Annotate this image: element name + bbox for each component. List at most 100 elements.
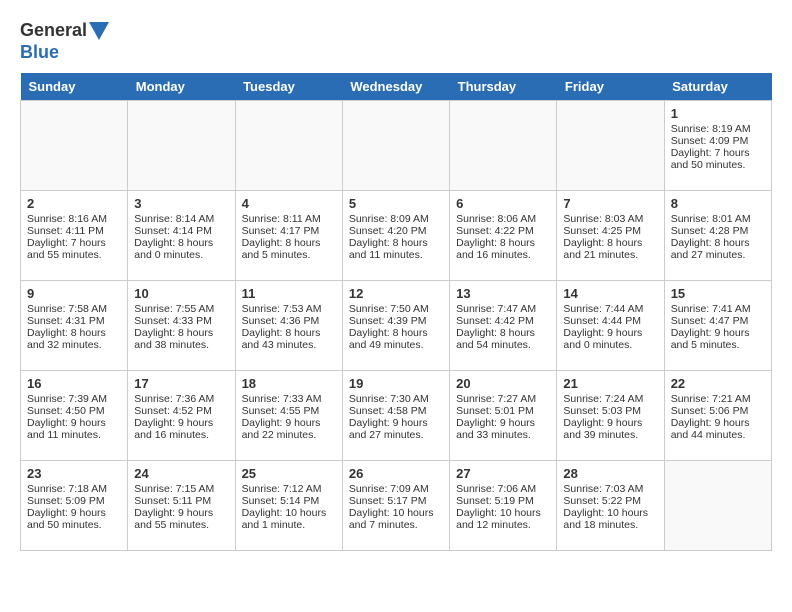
day-info: Daylight: 8 hours bbox=[671, 237, 765, 249]
day-number: 22 bbox=[671, 376, 765, 391]
day-info: Sunrise: 7:21 AM bbox=[671, 393, 765, 405]
day-info: Sunrise: 7:44 AM bbox=[563, 303, 657, 315]
day-info: Sunrise: 7:58 AM bbox=[27, 303, 121, 315]
day-info: Sunrise: 8:01 AM bbox=[671, 213, 765, 225]
day-info: Sunrise: 7:06 AM bbox=[456, 483, 550, 495]
calendar-cell: 19 Sunrise: 7:30 AMSunset: 4:58 PMDayligh… bbox=[342, 371, 449, 461]
day-info: and 39 minutes. bbox=[563, 429, 657, 441]
day-info: Daylight: 9 hours bbox=[27, 507, 121, 519]
day-info: Daylight: 7 hours bbox=[27, 237, 121, 249]
calendar-cell: 16Sunrise: 7:39 AMSunset: 4:50 PMDayligh… bbox=[21, 371, 128, 461]
calendar-cell: 27Sunrise: 7:06 AMSunset: 5:19 PMDayligh… bbox=[450, 461, 557, 551]
day-info: Sunrise: 7:36 AM bbox=[134, 393, 228, 405]
day-number: 10 bbox=[134, 286, 228, 301]
day-info: and 33 minutes. bbox=[456, 429, 550, 441]
day-info: Sunset: 4:58 PM bbox=[349, 405, 443, 417]
day-info: Sunset: 4:09 PM bbox=[671, 135, 765, 147]
day-info: and 49 minutes. bbox=[349, 339, 443, 351]
day-info: and 50 minutes. bbox=[27, 519, 121, 531]
calendar-cell: 1Sunrise: 8:19 AMSunset: 4:09 PMDaylight… bbox=[664, 101, 771, 191]
day-info: and 27 minutes. bbox=[349, 429, 443, 441]
day-info: Sunset: 4:42 PM bbox=[456, 315, 550, 327]
calendar-cell: 13Sunrise: 7:47 AMSunset: 4:42 PMDayligh… bbox=[450, 281, 557, 371]
day-info: and 5 minutes. bbox=[242, 249, 336, 261]
calendar-header-row: SundayMondayTuesdayWednesdayThursdayFrid… bbox=[21, 73, 772, 101]
calendar-cell: 28Sunrise: 7:03 AMSunset: 5:22 PMDayligh… bbox=[557, 461, 664, 551]
day-number: 2 bbox=[27, 196, 121, 211]
day-info: Daylight: 7 hours bbox=[671, 147, 765, 159]
calendar-cell: 5Sunrise: 8:09 AMSunset: 4:20 PMDaylight… bbox=[342, 191, 449, 281]
day-number: 3 bbox=[134, 196, 228, 211]
day-info: Sunset: 4:20 PM bbox=[349, 225, 443, 237]
day-info: Daylight: 9 hours bbox=[27, 417, 121, 429]
day-info: and 32 minutes. bbox=[27, 339, 121, 351]
day-info: Sunrise: 7:39 AM bbox=[27, 393, 121, 405]
day-info: Sunset: 5:03 PM bbox=[563, 405, 657, 417]
day-info: Sunrise: 7:27 AM bbox=[456, 393, 550, 405]
day-number: 13 bbox=[456, 286, 550, 301]
day-number: 9 bbox=[27, 286, 121, 301]
day-number: 26 bbox=[349, 466, 443, 481]
day-info: Sunset: 4:31 PM bbox=[27, 315, 121, 327]
day-info: Sunset: 5:09 PM bbox=[27, 495, 121, 507]
day-number: 8 bbox=[671, 196, 765, 211]
calendar-cell bbox=[664, 461, 771, 551]
calendar-cell bbox=[235, 101, 342, 191]
calendar-cell: 4Sunrise: 8:11 AMSunset: 4:17 PMDaylight… bbox=[235, 191, 342, 281]
calendar-cell: 24Sunrise: 7:15 AMSunset: 5:11 PMDayligh… bbox=[128, 461, 235, 551]
calendar-cell: 9Sunrise: 7:58 AMSunset: 4:31 PMDaylight… bbox=[21, 281, 128, 371]
day-number: 27 bbox=[456, 466, 550, 481]
day-number: 14 bbox=[563, 286, 657, 301]
day-info: Sunset: 4:22 PM bbox=[456, 225, 550, 237]
day-number: 19 bbox=[349, 376, 443, 391]
day-info: Sunset: 4:36 PM bbox=[242, 315, 336, 327]
day-info: Sunrise: 7:30 AM bbox=[349, 393, 443, 405]
logo: GeneralBlue bbox=[20, 20, 109, 63]
calendar-week-3: 9 Sunrise: 7:58 AMSunset: 4:31 PM Daylight… bbox=[21, 281, 772, 371]
day-info: Sunrise: 7:41 AM bbox=[671, 303, 765, 315]
calendar-cell: 11Sunrise: 7:53 AMSunset: 4:36 PMDayligh… bbox=[235, 281, 342, 371]
day-info: Daylight: 10 hours bbox=[563, 507, 657, 519]
day-info: Sunrise: 7:53 AM bbox=[242, 303, 336, 315]
day-number: 12 bbox=[349, 286, 443, 301]
day-info: Daylight: 9 hours bbox=[242, 417, 336, 429]
day-number: 24 bbox=[134, 466, 228, 481]
day-number: 18 bbox=[242, 376, 336, 391]
day-number: 28 bbox=[563, 466, 657, 481]
day-info: and 11 minutes. bbox=[349, 249, 443, 261]
day-info: Daylight: 10 hours bbox=[242, 507, 336, 519]
day-info: and 0 minutes. bbox=[563, 339, 657, 351]
day-number: 5 bbox=[349, 196, 443, 211]
calendar-cell: 8Sunrise: 8:01 AMSunset: 4:28 PMDaylight… bbox=[664, 191, 771, 281]
day-info: and 27 minutes. bbox=[671, 249, 765, 261]
day-header-friday: Friday bbox=[557, 73, 664, 101]
day-number: 23 bbox=[27, 466, 121, 481]
day-number: 15 bbox=[671, 286, 765, 301]
day-number: 21 bbox=[563, 376, 657, 391]
day-info: Sunset: 4:14 PM bbox=[134, 225, 228, 237]
calendar-cell: 17Sunrise: 7:36 AMSunset: 4:52 PMDayligh… bbox=[128, 371, 235, 461]
day-number: 4 bbox=[242, 196, 336, 211]
calendar-cell: 21Sunrise: 7:24 AMSunset: 5:03 PMDayligh… bbox=[557, 371, 664, 461]
day-info: and 55 minutes. bbox=[134, 519, 228, 531]
day-info: Daylight: 9 hours bbox=[671, 327, 765, 339]
day-info: Daylight: 9 hours bbox=[456, 417, 550, 429]
calendar-cell bbox=[342, 101, 449, 191]
day-info: and 55 minutes. bbox=[27, 249, 121, 261]
day-number: 17 bbox=[134, 376, 228, 391]
calendar-week-2: 2Sunrise: 8:16 AMSunset: 4:11 PMDaylight… bbox=[21, 191, 772, 281]
day-info: Daylight: 9 hours bbox=[349, 417, 443, 429]
day-info: Sunset: 5:06 PM bbox=[671, 405, 765, 417]
day-info: Sunset: 4:33 PM bbox=[134, 315, 228, 327]
day-info: Sunset: 4:52 PM bbox=[134, 405, 228, 417]
calendar-cell: 23Sunrise: 7:18 AMSunset: 5:09 PMDayligh… bbox=[21, 461, 128, 551]
day-info: Sunset: 5:01 PM bbox=[456, 405, 550, 417]
day-number: 16 bbox=[27, 376, 121, 391]
day-info: Sunrise: 8:03 AM bbox=[563, 213, 657, 225]
day-info: and 43 minutes. bbox=[242, 339, 336, 351]
calendar-week-5: 23Sunrise: 7:18 AMSunset: 5:09 PMDayligh… bbox=[21, 461, 772, 551]
day-info: and 38 minutes. bbox=[134, 339, 228, 351]
day-info: Daylight: 9 hours bbox=[563, 417, 657, 429]
day-info: Daylight: 8 hours bbox=[456, 327, 550, 339]
day-info: Daylight: 9 hours bbox=[563, 327, 657, 339]
